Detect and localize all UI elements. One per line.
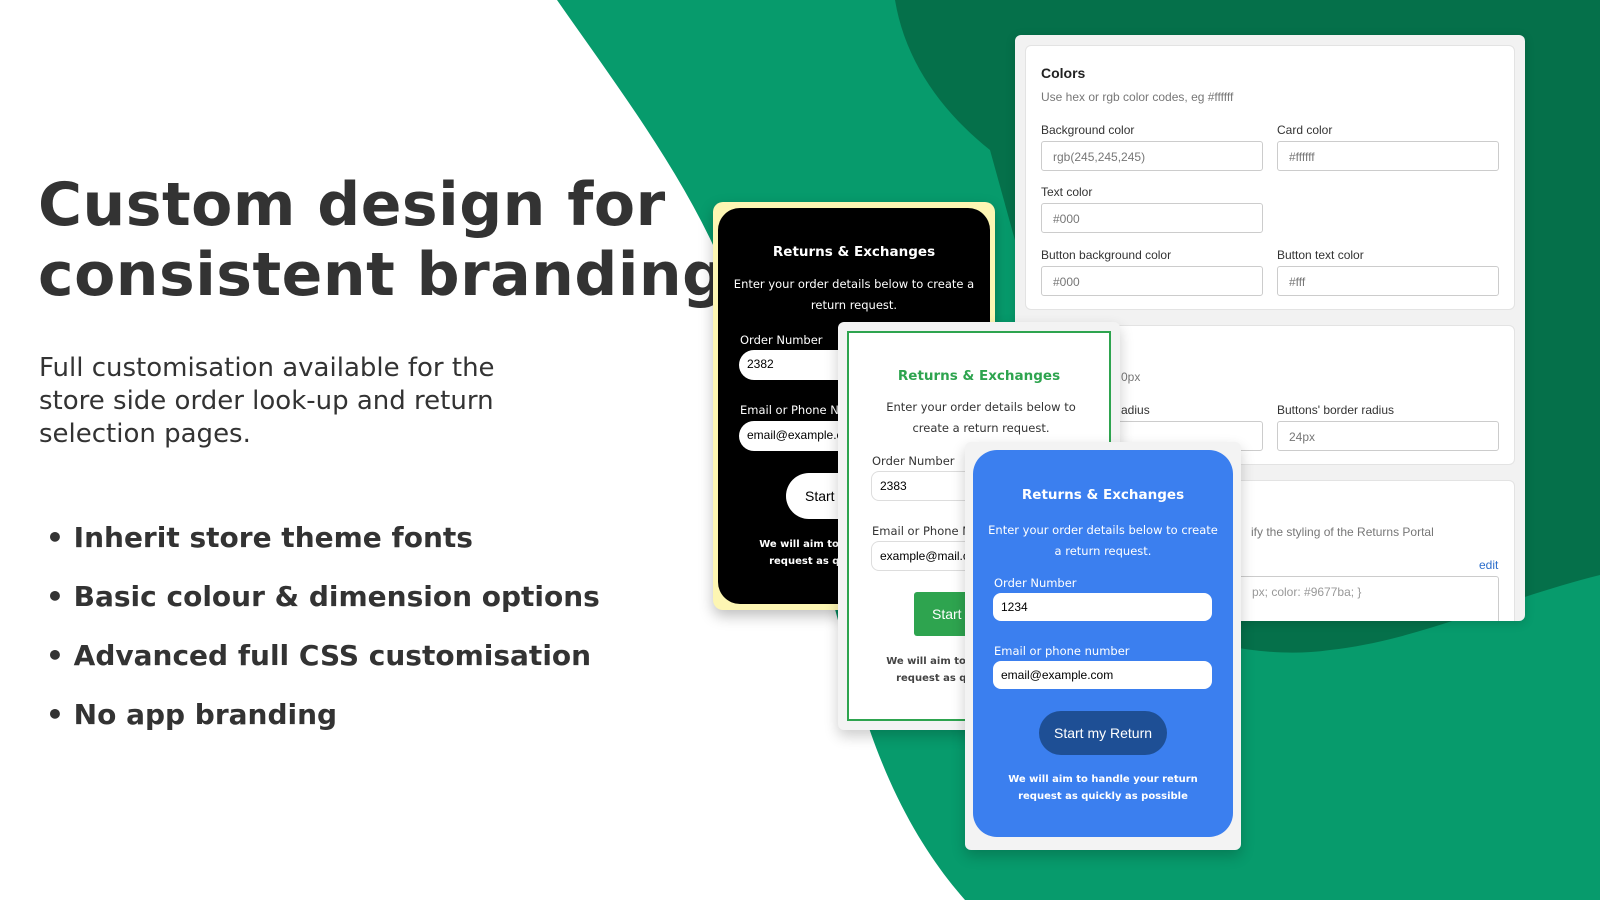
feature-item: Inherit store theme fonts: [46, 508, 600, 567]
order-number-label: Order Number: [994, 576, 1077, 590]
portal-description: Enter your order details below to create…: [733, 277, 975, 312]
button-bg-color-label: Button background color: [1041, 248, 1172, 262]
portal-title: Returns & Exchanges: [897, 368, 1061, 384]
portal-footer: We will aim to handle your return reques…: [1008, 774, 1198, 802]
order-number-label: Order Number: [740, 333, 823, 347]
order-number-label: Order Number: [872, 454, 955, 468]
email-label: Email or phone number: [994, 644, 1130, 658]
colors-hint: Use hex or rgb color codes, eg #ffffff: [1041, 90, 1234, 104]
card-color-label: Card color: [1277, 123, 1333, 137]
portal-title: Returns & Exchanges: [772, 244, 936, 260]
button-text-color-input[interactable]: #fff: [1277, 266, 1499, 296]
blue-portal-frame: Returns & Exchanges Enter your order det…: [965, 442, 1241, 850]
hero-subtitle: Full customisation available for the sto…: [39, 353, 495, 449]
card-radius-label: adius: [1121, 403, 1150, 417]
feature-list: Inherit store theme fonts Basic colour &…: [46, 508, 600, 744]
hero-title-line: Custom design for: [38, 170, 666, 240]
buttons-radius-label: Buttons' border radius: [1277, 403, 1395, 417]
background-color-input[interactable]: rgb(245,245,245): [1041, 141, 1263, 171]
background-color-label: Background color: [1041, 123, 1135, 137]
dimensions-hint: 0px: [1121, 370, 1141, 384]
feature-item: Basic colour & dimension options: [46, 567, 600, 626]
css-hint: ify the styling of the Returns Portal: [1251, 525, 1434, 539]
portal-description: Enter your order details below to create…: [886, 400, 1076, 435]
order-number-input[interactable]: 1234: [993, 593, 1212, 621]
colors-heading: Colors: [1041, 65, 1086, 81]
text-color-input[interactable]: #000: [1041, 203, 1263, 233]
colors-card: Colors Use hex or rgb color codes, eg #f…: [1025, 45, 1515, 310]
text-color-label: Text color: [1041, 185, 1093, 199]
start-return-button[interactable]: Start my Return: [1039, 711, 1167, 755]
button-bg-color-input[interactable]: #000: [1041, 266, 1263, 296]
hero-title-line: consistent branding: [38, 240, 726, 310]
edit-link[interactable]: edit: [1479, 558, 1498, 572]
feature-item: Advanced full CSS customisation: [46, 626, 600, 685]
feature-item: No app branding: [46, 685, 600, 744]
buttons-radius-input[interactable]: 24px: [1277, 421, 1499, 451]
blue-portal-card: Returns & Exchanges Enter your order det…: [973, 450, 1233, 837]
hero-title: Custom design for consistent branding: [38, 170, 726, 310]
button-text-color-label: Button text color: [1277, 248, 1364, 262]
card-color-input[interactable]: #ffffff: [1277, 141, 1499, 171]
portal-description: Enter your order details below to create…: [988, 523, 1218, 558]
email-input[interactable]: email@example.com: [993, 661, 1212, 689]
portal-title: Returns & Exchanges: [1021, 487, 1185, 503]
